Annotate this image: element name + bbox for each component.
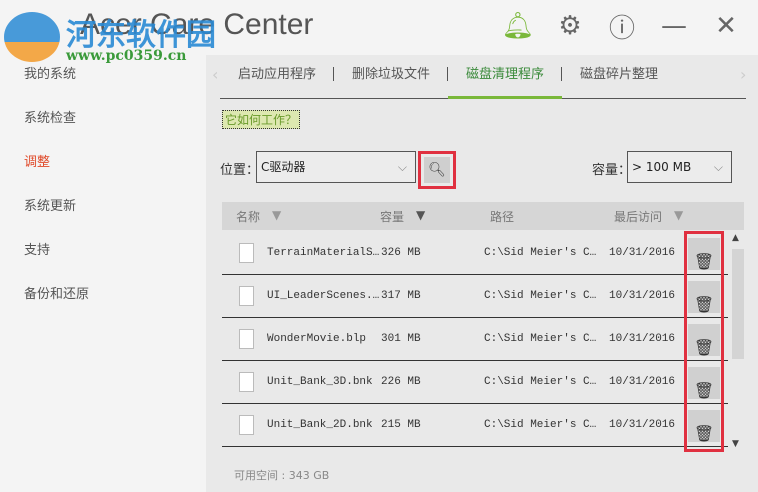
file-name: Unit_Bank_2D.bnk bbox=[267, 419, 373, 431]
search-button[interactable]: 🔍︎ bbox=[418, 151, 456, 189]
main-panel: ‹ 启动应用程序 删除垃圾文件 磁盘清理程序 磁盘碎片整理 › 它如何工作？ 位… bbox=[206, 55, 758, 492]
minimize-icon[interactable]: — bbox=[656, 8, 692, 44]
gear-icon[interactable]: ⚙ bbox=[552, 8, 588, 44]
table-header: 名称 ▼ 容量 ▼ 路径 最后访问 ▼ bbox=[222, 202, 744, 230]
tabs-right-chevron-icon[interactable]: › bbox=[740, 65, 746, 84]
sort-icon[interactable]: ▼ bbox=[416, 208, 425, 222]
sort-icon[interactable]: ▼ bbox=[272, 208, 281, 222]
file-path: C:\Sid Meier's C… bbox=[484, 247, 597, 259]
table-row[interactable]: UI_LeaderScenes.… 317 MB C:\Sid Meier's … bbox=[222, 276, 728, 318]
file-path: C:\Sid Meier's C… bbox=[484, 419, 597, 431]
tab-startup-apps[interactable]: 启动应用程序 bbox=[220, 63, 335, 99]
sidebar-item-my-system[interactable]: 我的系统 bbox=[0, 55, 206, 99]
file-path: C:\Sid Meier's C… bbox=[484, 333, 597, 345]
scroll-down-icon[interactable]: ▼ bbox=[732, 439, 739, 449]
file-size: 326 MB bbox=[381, 247, 421, 259]
file-name: TerrainMaterialS… bbox=[267, 247, 380, 259]
table-row[interactable]: Unit_Bank_2D.bnk 215 MB C:\Sid Meier's C… bbox=[222, 405, 728, 447]
tab-junk-files[interactable]: 删除垃圾文件 bbox=[334, 63, 449, 99]
file-path: C:\Sid Meier's C… bbox=[484, 290, 597, 302]
file-path: C:\Sid Meier's C… bbox=[484, 376, 597, 388]
scroll-up-icon[interactable]: ▲ bbox=[732, 233, 739, 243]
table-row[interactable]: WonderMovie.blp 301 MB C:\Sid Meier's C…… bbox=[222, 319, 728, 361]
file-icon bbox=[239, 329, 254, 349]
bell-icon[interactable]: 🔔︎ bbox=[500, 8, 536, 44]
free-space: 可用空间 : 343 GB bbox=[234, 469, 330, 482]
sidebar-item-backup[interactable]: 备份和还原 bbox=[0, 275, 206, 319]
capacity-label: 容量： bbox=[592, 163, 632, 178]
file-name: Unit_Bank_3D.bnk bbox=[267, 376, 373, 388]
file-date: 10/31/2016 bbox=[609, 376, 676, 388]
info-icon[interactable]: ⓘ bbox=[604, 8, 640, 44]
tab-disk-cleanup[interactable]: 磁盘清理程序 bbox=[448, 63, 563, 99]
scrollbar[interactable]: ▲ ▼ bbox=[728, 233, 744, 453]
location-label: 位置： bbox=[220, 163, 260, 178]
chevron-down-icon: ⌵ bbox=[397, 160, 407, 174]
highlight-box bbox=[684, 231, 724, 452]
table-row[interactable]: TerrainMaterialS… 326 MB C:\Sid Meier's … bbox=[222, 233, 728, 275]
file-size: 317 MB bbox=[381, 290, 421, 302]
file-size: 226 MB bbox=[381, 376, 421, 388]
sidebar-item-support[interactable]: 支持 bbox=[0, 231, 206, 275]
file-date: 10/31/2016 bbox=[609, 290, 676, 302]
file-date: 10/31/2016 bbox=[609, 247, 676, 259]
table-row[interactable]: Unit_Bank_3D.bnk 226 MB C:\Sid Meier's C… bbox=[222, 362, 728, 404]
file-date: 10/31/2016 bbox=[609, 419, 676, 431]
close-icon[interactable]: ✕ bbox=[708, 8, 744, 44]
tab-defrag[interactable]: 磁盘碎片整理 bbox=[562, 63, 676, 99]
col-path[interactable]: 路径 bbox=[490, 208, 514, 225]
search-icon: 🔍︎ bbox=[424, 157, 450, 183]
location-value: C驱动器 bbox=[261, 160, 306, 174]
sidebar-item-tuneup[interactable]: 调整 bbox=[0, 143, 206, 187]
tabs-left-chevron-icon[interactable]: ‹ bbox=[212, 65, 218, 84]
capacity-select[interactable]: > 100 MB ⌵ bbox=[627, 151, 732, 183]
chevron-down-icon: ⌵ bbox=[713, 160, 723, 174]
sidebar-item-system-check[interactable]: 系统检查 bbox=[0, 99, 206, 143]
capacity-value: > 100 MB bbox=[632, 160, 692, 174]
file-icon bbox=[239, 286, 254, 306]
col-name[interactable]: 名称 bbox=[236, 208, 260, 225]
col-last-access[interactable]: 最后访问 bbox=[614, 208, 662, 225]
file-date: 10/31/2016 bbox=[609, 333, 676, 345]
file-icon bbox=[239, 415, 254, 435]
file-name: UI_LeaderScenes.… bbox=[267, 290, 380, 302]
sidebar-item-system-update[interactable]: 系统更新 bbox=[0, 187, 206, 231]
file-size: 215 MB bbox=[381, 419, 421, 431]
col-size[interactable]: 容量 bbox=[380, 208, 404, 225]
sidebar: 我的系统 系统检查 调整 系统更新 支持 备份和还原 bbox=[0, 55, 206, 319]
how-it-works-link[interactable]: 它如何工作？ bbox=[222, 110, 301, 129]
location-select[interactable]: C驱动器 ⌵ bbox=[256, 151, 416, 183]
scrollbar-thumb[interactable] bbox=[732, 249, 744, 359]
file-icon bbox=[239, 372, 254, 392]
file-name: WonderMovie.blp bbox=[267, 333, 367, 345]
file-size: 301 MB bbox=[381, 333, 421, 345]
file-icon bbox=[239, 243, 254, 263]
sort-icon[interactable]: ▼ bbox=[674, 208, 683, 222]
